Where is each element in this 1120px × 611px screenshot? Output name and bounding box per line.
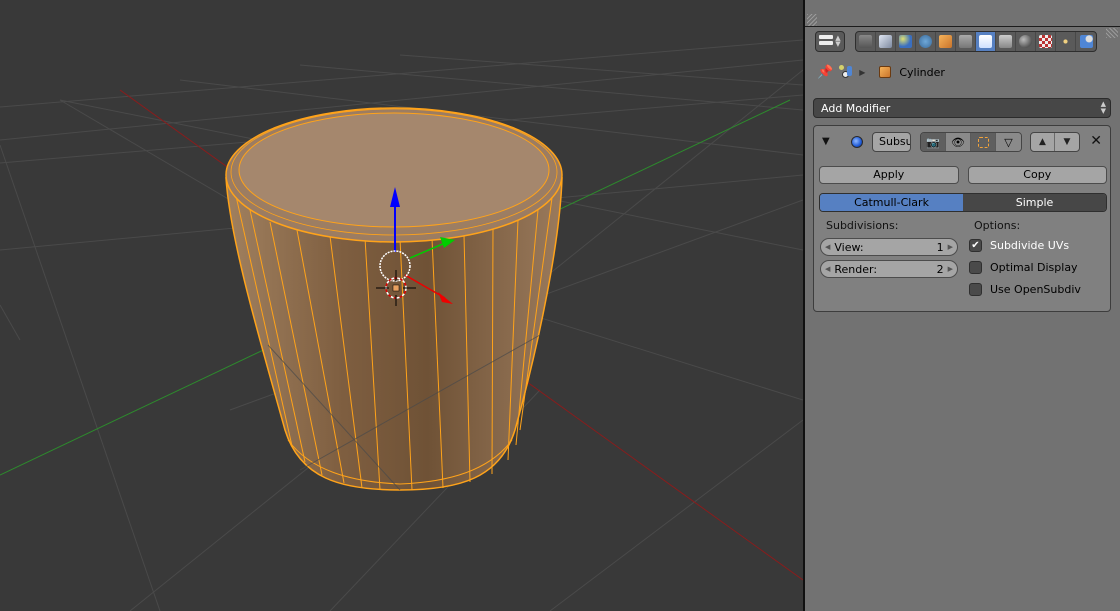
increment-arrow-icon[interactable]: ▶	[948, 243, 953, 251]
checkmark-icon[interactable]: ✔	[969, 239, 982, 252]
link-icon	[959, 34, 972, 48]
context-tab-scene[interactable]	[896, 31, 916, 51]
properties-header: ▲ ▼	[815, 30, 1097, 52]
subsurf-modifier-icon	[851, 136, 863, 148]
texture-checker-icon	[1039, 34, 1052, 48]
cage-toggle-triangle-icon[interactable]: ▽	[996, 133, 1021, 151]
render-toggle-camera-icon[interactable]: 📷	[921, 133, 946, 151]
mesh-data-icon	[999, 34, 1012, 48]
collapse-triangle-icon[interactable]: ▼	[822, 136, 830, 147]
editor-type-icon	[819, 35, 834, 47]
particles-icon	[1059, 34, 1072, 48]
context-tab-material[interactable]	[1016, 31, 1036, 51]
camera-icon	[859, 34, 872, 48]
modifier-move-buttons: ▲ ▼	[1030, 132, 1080, 152]
context-tab-render[interactable]	[856, 31, 876, 51]
context-tab-constraints[interactable]	[956, 31, 976, 51]
context-tab-texture[interactable]	[1036, 31, 1056, 51]
apply-copy-row: Apply Copy	[819, 166, 1107, 184]
apply-button[interactable]: Apply	[819, 166, 959, 184]
context-tab-world[interactable]	[916, 31, 936, 51]
render-levels-field[interactable]: ◀ Render: 2 ▶	[820, 260, 958, 278]
subsurf-modifier-panel: ▼ Subsu 📷 👁 ▽ ▲ ▼ ✕ Apply Copy Catmull-C…	[813, 125, 1111, 312]
world-icon	[919, 34, 932, 48]
simple-option[interactable]: Simple	[963, 194, 1106, 211]
subdivision-type-selector: Catmull-Clark Simple	[819, 193, 1107, 212]
view-levels-value: 1	[936, 240, 944, 254]
breadcrumb-arrow-icon: ▶	[859, 67, 866, 77]
properties-top-strip	[805, 0, 1120, 27]
decrement-arrow-icon[interactable]: ◀	[825, 265, 830, 273]
subdivide-uvs-checkbox[interactable]: ✔ Subdivide UVs	[969, 239, 1069, 252]
copy-button[interactable]: Copy	[967, 166, 1107, 184]
context-tab-physics[interactable]	[1076, 32, 1096, 51]
render-levels-value: 2	[936, 262, 944, 276]
context-tab-render-layers[interactable]	[876, 31, 896, 51]
object-cube-icon	[939, 34, 952, 48]
breadcrumb-object-name: Cylinder	[899, 65, 945, 79]
view-levels-field[interactable]: ◀ View: 1 ▶	[820, 238, 958, 256]
3d-viewport[interactable]	[0, 0, 803, 611]
object-cube-icon	[879, 66, 892, 78]
modifier-header: ▼ Subsu 📷 👁 ▽ ▲ ▼ ✕	[814, 131, 1110, 153]
modifier-visibility-toggles: 📷 👁 ▽	[920, 132, 1022, 152]
checkbox-box[interactable]	[969, 283, 982, 296]
viewport-toggle-eye-icon[interactable]: 👁	[946, 133, 971, 151]
move-up-icon[interactable]: ▲	[1031, 133, 1055, 151]
checkbox-box[interactable]	[969, 261, 982, 274]
modifier-name-field[interactable]: Subsu	[872, 132, 911, 152]
catmull-clark-option[interactable]: Catmull-Clark	[820, 194, 963, 211]
properties-editor: ▲ ▼ 📌 ▶ Cylinder Add Modifier ▲ ▼ ▼ Subsu …	[805, 0, 1120, 611]
optimal-display-checkbox[interactable]: Optimal Display	[969, 261, 1078, 274]
area-resize-corner-icon[interactable]	[807, 14, 817, 26]
context-tab-data[interactable]	[996, 31, 1016, 51]
context-tab-object[interactable]	[936, 31, 956, 51]
editmode-toggle-icon[interactable]	[971, 133, 996, 151]
wrench-icon	[979, 34, 992, 48]
scene-objects-icon	[839, 65, 853, 79]
updown-arrows-icon: ▲ ▼	[835, 34, 841, 48]
physics-icon	[1079, 34, 1093, 48]
cylinder-mesh[interactable]	[225, 107, 563, 491]
increment-arrow-icon[interactable]: ▶	[948, 265, 953, 273]
editor-type-button[interactable]: ▲ ▼	[815, 30, 845, 52]
remove-modifier-close-icon[interactable]: ✕	[1090, 133, 1102, 149]
options-label: Options:	[974, 219, 1021, 232]
material-sphere-icon	[1019, 34, 1032, 48]
scene-icon	[899, 34, 912, 48]
decrement-arrow-icon[interactable]: ◀	[825, 243, 830, 251]
add-modifier-label: Add Modifier	[821, 101, 891, 115]
viewport-canvas[interactable]	[0, 0, 803, 611]
subdivisions-label: Subdivisions:	[826, 219, 899, 232]
add-modifier-dropdown[interactable]: Add Modifier ▲ ▼	[813, 98, 1111, 118]
pin-icon[interactable]: 📌	[817, 65, 833, 80]
use-opensubdiv-checkbox[interactable]: Use OpenSubdiv	[969, 283, 1081, 296]
breadcrumb: 📌 ▶ Cylinder	[817, 63, 945, 81]
move-down-icon[interactable]: ▼	[1055, 133, 1079, 151]
context-tab-modifiers[interactable]	[976, 31, 996, 51]
updown-arrows-icon: ▲ ▼	[1100, 100, 1106, 115]
context-tabs	[855, 30, 1097, 52]
render-layers-icon	[879, 34, 892, 48]
area-resize-corner-right-icon[interactable]	[1106, 28, 1118, 38]
context-tab-particles[interactable]	[1056, 31, 1076, 51]
